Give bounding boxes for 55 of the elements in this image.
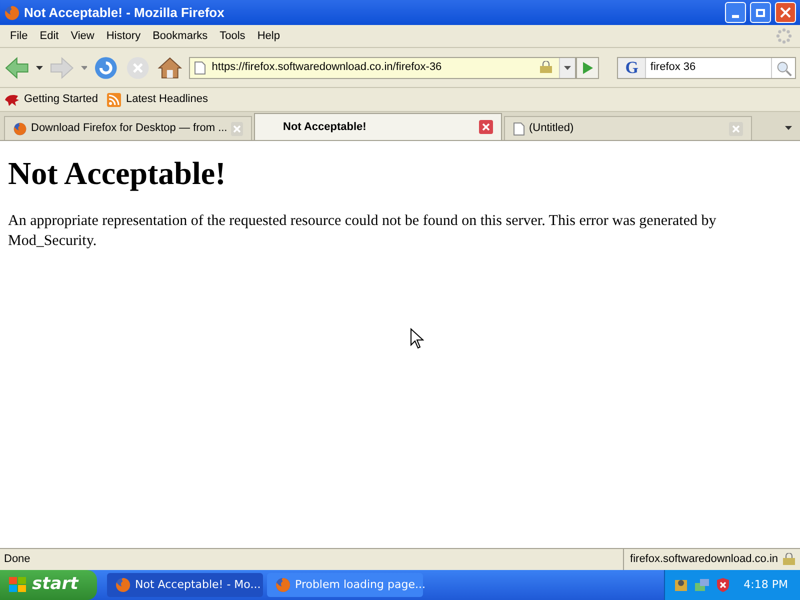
home-icon[interactable] <box>157 54 183 80</box>
tab-label: Download Firefox for Desktop — from ... <box>31 121 228 136</box>
throbber-icon <box>776 28 792 44</box>
menu-item[interactable]: File <box>4 28 34 44</box>
taskbar-button[interactable]: Problem loading page... <box>267 573 423 597</box>
bookmark-item[interactable]: Getting Started <box>4 91 98 108</box>
status-text: Done <box>3 552 32 568</box>
search-field[interactable]: G firefox 36 <box>617 56 796 78</box>
caret-icon <box>784 126 792 130</box>
windows-logo-icon <box>8 576 28 594</box>
tab-label: Not Acceptable! <box>282 120 368 135</box>
shield-icon[interactable] <box>714 577 731 593</box>
menu-item[interactable]: View <box>64 28 100 44</box>
close-icon <box>780 7 791 18</box>
close-tab-icon[interactable] <box>479 120 493 134</box>
firefox-icon <box>4 4 20 20</box>
mouse-cursor-icon <box>410 328 424 349</box>
browser-tab[interactable]: Not Acceptable! <box>254 113 502 140</box>
menu-item[interactable]: Help <box>251 28 286 44</box>
page-icon <box>194 60 206 74</box>
url-text: https://firefox.softwaredownload.co.in/firefox-36 <box>212 60 443 76</box>
close-button[interactable] <box>775 2 796 23</box>
search-text: firefox 36 <box>649 60 697 76</box>
page-icon <box>513 122 525 136</box>
lock-icon <box>782 553 796 566</box>
reload-icon[interactable] <box>93 54 120 80</box>
lock-icon <box>538 61 553 74</box>
google-icon[interactable]: G <box>618 58 646 78</box>
window-title: Not Acceptable! - Mozilla Firefox <box>24 4 226 22</box>
dropdown-caret-icon[interactable] <box>36 66 43 70</box>
rss-feed-icon <box>106 92 122 108</box>
menu-item[interactable]: Edit <box>34 28 65 44</box>
clock: 4:18 PM <box>742 576 789 593</box>
back-arrow-icon[interactable] <box>4 56 30 80</box>
tray-icon[interactable] <box>672 577 689 593</box>
bookmark-item[interactable]: Latest Headlines <box>106 91 208 108</box>
page-heading: Not Acceptable! <box>8 154 227 193</box>
taskbar-button[interactable]: Not Acceptable! - Mo... <box>107 573 263 597</box>
firefox-icon <box>115 577 131 593</box>
minimize-button[interactable] <box>725 2 746 23</box>
browser-tab[interactable]: (Untitled) <box>504 116 752 140</box>
menu-item[interactable]: Tools <box>214 28 252 44</box>
menu-item[interactable]: Bookmarks <box>146 28 214 44</box>
firefox-icon <box>13 122 27 136</box>
play-icon <box>582 62 593 74</box>
tab-label: (Untitled) <box>529 121 575 136</box>
address-field[interactable]: https://firefox.softwaredownload.co.in/firefox-36 <box>188 56 576 78</box>
browser-tab[interactable]: Download Firefox for Desktop — from ... <box>4 116 252 140</box>
restore-button[interactable] <box>750 2 771 23</box>
bookmark-icon <box>4 92 20 106</box>
menu-item[interactable]: History <box>100 28 147 44</box>
firefox-icon <box>275 577 291 593</box>
error-message: An appropriate representation of the requested resource could not be found on this server. This error was generated by Mod_Security. <box>8 212 718 251</box>
caret-icon <box>564 66 571 70</box>
dropdown-button[interactable] <box>558 58 575 78</box>
